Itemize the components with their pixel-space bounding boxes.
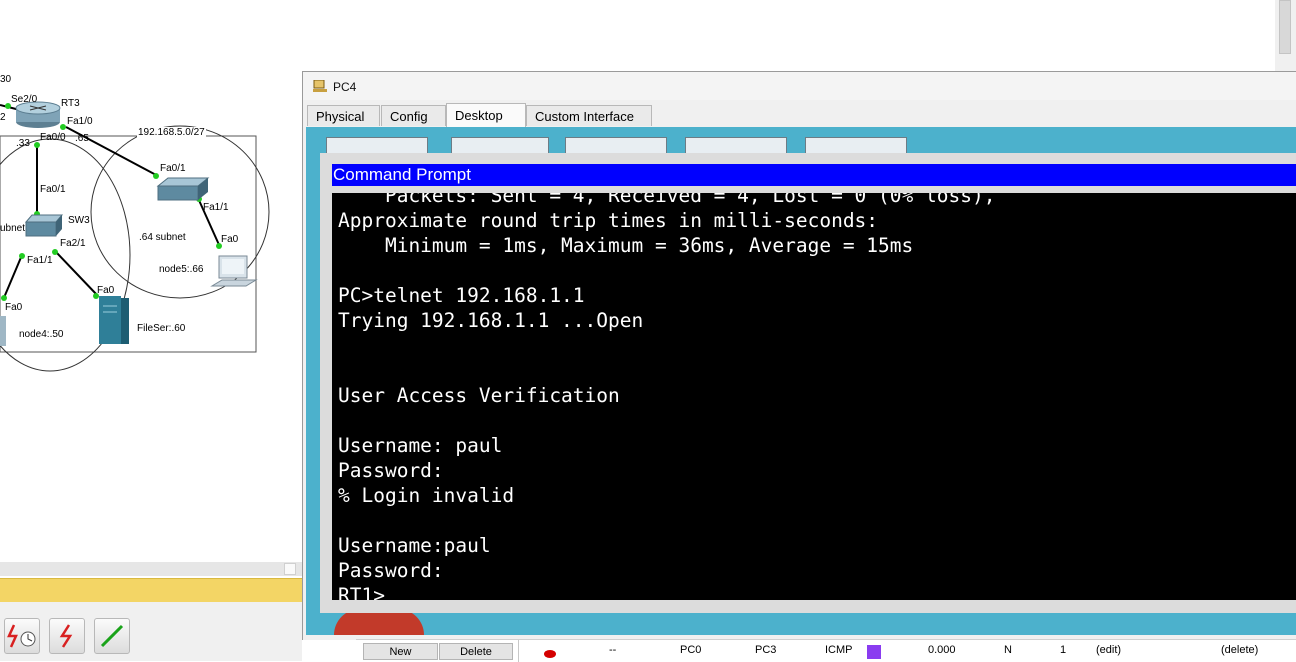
device-label-rt3: RT3 xyxy=(61,98,80,109)
workspace-horizontal-scrollbar[interactable] xyxy=(0,562,302,576)
pdu-time: 0.000 xyxy=(928,644,956,656)
interface-label: Fa0/1 xyxy=(160,163,186,174)
realtime-simulation-button[interactable] xyxy=(4,618,40,654)
interface-label: Fa1/1 xyxy=(203,202,229,213)
interface-label: Fa1/0 xyxy=(67,116,93,127)
pdu-source: PC0 xyxy=(680,644,702,656)
delete-pdu-button[interactable]: Delete xyxy=(439,643,513,660)
file-server-icon xyxy=(99,296,129,344)
label-fragment: 2 xyxy=(0,112,6,123)
logical-workspace[interactable]: 30 2 Se2/0 RT3 Fa1/0 Fa0/0 .65 .33 192.1… xyxy=(0,0,302,578)
network-label: 192.168.5.0/27 xyxy=(137,127,206,138)
interface-label: Fa0/1 xyxy=(40,184,66,195)
interface-label: Se2/0 xyxy=(11,94,38,105)
window-titlebar[interactable]: PC4 xyxy=(303,72,1296,100)
interface-label: Fa0/0 xyxy=(40,132,66,143)
link-sw3-fileserver xyxy=(55,251,99,297)
pc-node5-icon xyxy=(210,255,258,287)
pdu-fire: -- xyxy=(609,644,617,656)
router-rt3-icon xyxy=(15,101,61,128)
pdu-destination: PC3 xyxy=(755,644,777,656)
tab-custom-interface[interactable]: Custom Interface xyxy=(526,105,652,126)
device-toolbar-pane xyxy=(0,602,302,661)
pc-icon xyxy=(313,80,327,92)
lightning-icon xyxy=(59,624,73,648)
tab-physical[interactable]: Physical xyxy=(307,105,380,126)
interface-label: Fa0 xyxy=(97,285,115,296)
label-fragment: 30 xyxy=(0,74,12,85)
device-label-fileserver: FileSer:.60 xyxy=(137,323,186,334)
subnet-label: ubnet xyxy=(0,223,26,234)
topology-canvas xyxy=(0,101,270,372)
pc-node4-icon xyxy=(0,316,6,346)
new-pdu-button[interactable]: New xyxy=(363,643,438,660)
ip-label: .65 xyxy=(75,133,89,144)
switch-sw3-icon xyxy=(24,214,64,237)
tab-desktop[interactable]: Desktop xyxy=(446,103,526,127)
scrollbar-thumb[interactable] xyxy=(1279,0,1291,54)
pdu-periodic: N xyxy=(1004,644,1012,656)
device-label-sw3: SW3 xyxy=(68,215,90,226)
switch-right-icon xyxy=(156,177,210,201)
scrollbar-thumb[interactable] xyxy=(284,563,296,575)
terminal-lines: Packets: Sent = 4, Received = 4, Lost = … xyxy=(338,193,996,600)
lightning-clock-icon xyxy=(7,624,36,648)
terminal-output[interactable]: Packets: Sent = 4, Received = 4, Lost = … xyxy=(332,193,1296,600)
divider xyxy=(518,640,519,662)
connection-tool-button[interactable] xyxy=(94,618,130,654)
pdu-num: 1 xyxy=(1060,644,1067,656)
device-label-node5: node5:.66 xyxy=(159,264,204,275)
interface-label: Fa0 xyxy=(221,234,239,245)
subnet-label: .64 subnet xyxy=(139,232,186,243)
workspace-status-bar xyxy=(0,578,302,603)
tab-config[interactable]: Config xyxy=(381,105,446,126)
interface-label: Fa0 xyxy=(5,302,23,313)
pdu-type: ICMP xyxy=(825,644,853,656)
text-cursor-icon xyxy=(713,495,719,515)
link-sw3-node4 xyxy=(2,254,23,301)
add-complex-pdu-button[interactable] xyxy=(49,618,85,654)
pdu-delete-link[interactable]: (delete) xyxy=(1221,644,1258,656)
fire-indicator-icon[interactable] xyxy=(543,649,557,659)
device-label-node4: node4:.50 xyxy=(19,329,64,340)
pdu-list: New Delete -- PC0 PC3 ICMP 0.000 N 1 (ed… xyxy=(356,639,1296,662)
connection-line-icon xyxy=(100,624,124,648)
window-title: PC4 xyxy=(333,80,357,94)
command-prompt-title: Command Prompt xyxy=(332,164,1296,186)
interface-label: Fa1/1 xyxy=(27,255,53,266)
ip-label: .33 xyxy=(16,138,30,149)
pdu-color-swatch xyxy=(867,645,881,659)
pdu-edit-link[interactable]: (edit) xyxy=(1096,644,1121,656)
interface-label: Fa2/1 xyxy=(60,238,86,249)
